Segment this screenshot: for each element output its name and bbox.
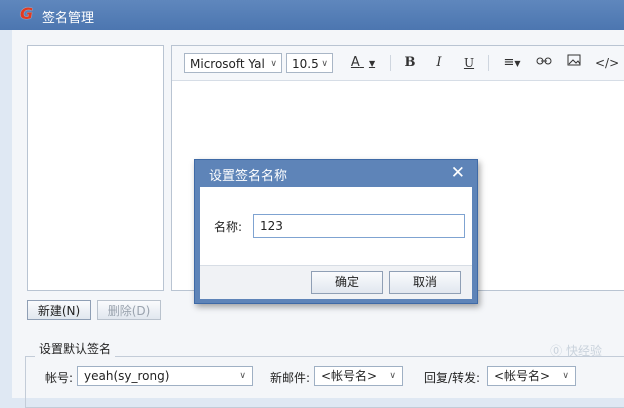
caret-down-icon: ▼	[514, 59, 521, 68]
new-signature-button[interactable]: 新建(N)	[27, 300, 91, 320]
link-icon	[536, 57, 552, 65]
caret-down-icon: ▼	[368, 59, 376, 68]
toolbar-divider	[390, 55, 391, 71]
code-icon: </>	[595, 56, 620, 70]
align-icon: ≡	[503, 55, 515, 70]
window-frame	[0, 30, 12, 398]
chevron-down-icon: ∨	[321, 59, 328, 69]
source-code-button[interactable]: </>	[595, 54, 619, 72]
reply-forward-label: 回复/转发:	[424, 371, 481, 385]
toolbar-divider	[488, 55, 489, 71]
editor-toolbar: Microsoft Yal ∨ 10.5 ∨ A ▼ B I U ≡▼ </>	[172, 46, 624, 81]
signature-list[interactable]	[27, 45, 164, 291]
reply-forward-select[interactable]: <帐号名> ∨	[487, 366, 576, 386]
watermark: ⓪ 快经验	[550, 344, 602, 358]
font-family-select[interactable]: Microsoft Yal ∨	[184, 53, 282, 73]
name-label: 名称:	[214, 220, 243, 234]
close-icon[interactable]: ✕	[451, 163, 465, 183]
font-color-icon: A	[350, 55, 360, 70]
chevron-down-icon: ∨	[239, 371, 246, 381]
title-bar: G 签名管理	[0, 0, 624, 30]
default-signature-group-label: 设置默认签名	[35, 340, 116, 357]
reply-forward-value: <帐号名>	[494, 369, 551, 383]
image-button[interactable]	[564, 54, 584, 72]
dialog-body: 名称: 123	[200, 187, 472, 265]
dialog-title: 设置签名名称	[209, 169, 288, 184]
name-input[interactable]: 123	[253, 214, 465, 238]
dialog-footer: 确定 取消	[200, 265, 472, 299]
font-family-value: Microsoft Yal	[190, 57, 265, 71]
font-size-select[interactable]: 10.5 ∨	[286, 53, 333, 73]
new-mail-value: <帐号名>	[321, 369, 378, 383]
cancel-button[interactable]: 取消	[389, 271, 461, 294]
link-button[interactable]	[534, 54, 554, 72]
app-logo-icon: G	[20, 4, 34, 23]
chevron-down-icon: ∨	[389, 371, 396, 381]
account-label: 帐号:	[45, 371, 74, 385]
bold-button[interactable]: B	[400, 54, 420, 72]
window-title: 签名管理	[42, 11, 95, 26]
align-button[interactable]: ≡▼	[498, 54, 526, 72]
account-select[interactable]: yeah(sy_rong) ∨	[77, 366, 253, 386]
chevron-down-icon: ∨	[562, 371, 569, 381]
new-mail-label: 新邮件:	[270, 371, 311, 385]
underline-button[interactable]: U	[459, 54, 479, 72]
delete-signature-button[interactable]: 删除(D)	[97, 300, 161, 320]
image-icon	[567, 54, 581, 66]
ok-button[interactable]: 确定	[311, 271, 383, 294]
italic-button[interactable]: I	[429, 54, 449, 72]
font-color-button[interactable]: A ▼	[348, 54, 378, 72]
new-mail-select[interactable]: <帐号名> ∨	[314, 366, 403, 386]
account-value: yeah(sy_rong)	[84, 369, 170, 383]
signature-name-dialog: 设置签名名称 ✕ 名称: 123 确定 取消	[194, 159, 478, 304]
font-size-value: 10.5	[292, 57, 319, 71]
chevron-down-icon: ∨	[270, 59, 277, 69]
